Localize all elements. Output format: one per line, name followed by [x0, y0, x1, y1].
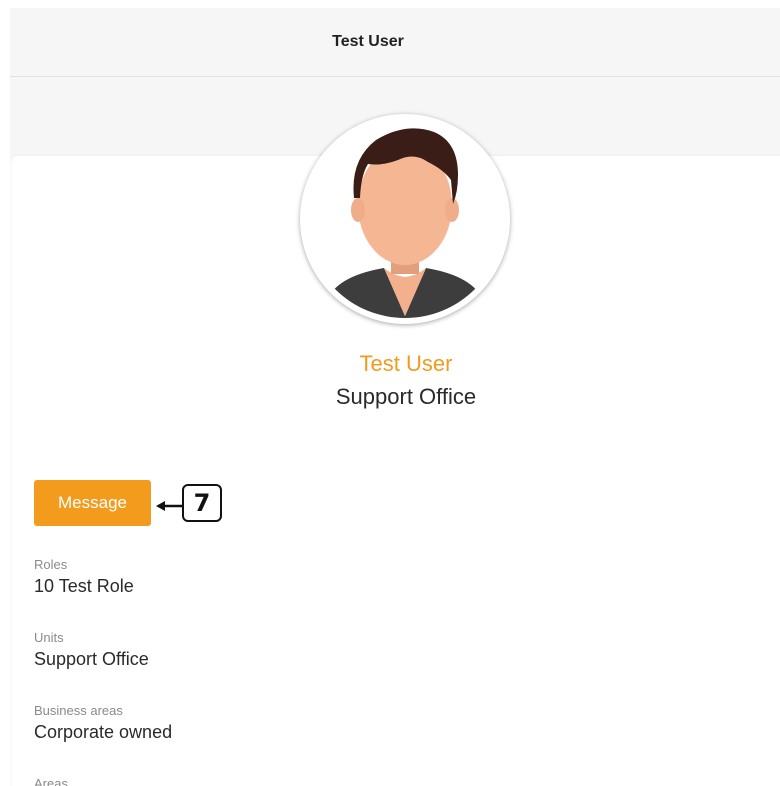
roles-label: Roles: [34, 557, 68, 572]
page-title: Test User: [332, 33, 404, 50]
roles-value: 10 Test Role: [34, 576, 134, 596]
top-bar: Test User: [10, 8, 780, 77]
business-areas-label: Business areas: [34, 703, 123, 718]
profile-unit: Support Office: [335, 384, 477, 409]
units-label: Units: [34, 630, 64, 645]
profile-name: Test User: [359, 351, 453, 376]
arrow-left-icon: [156, 501, 183, 511]
callout-number: 7: [182, 484, 222, 522]
units-value: Support Office: [34, 649, 149, 669]
message-button[interactable]: Message: [34, 480, 151, 526]
user-avatar-icon: [306, 120, 504, 318]
business-areas-value: Corporate owned: [34, 722, 173, 742]
profile-page: Test User Test User Support Office Messa…: [0, 0, 780, 786]
avatar: [300, 114, 510, 324]
areas-label: Areas: [34, 776, 68, 786]
